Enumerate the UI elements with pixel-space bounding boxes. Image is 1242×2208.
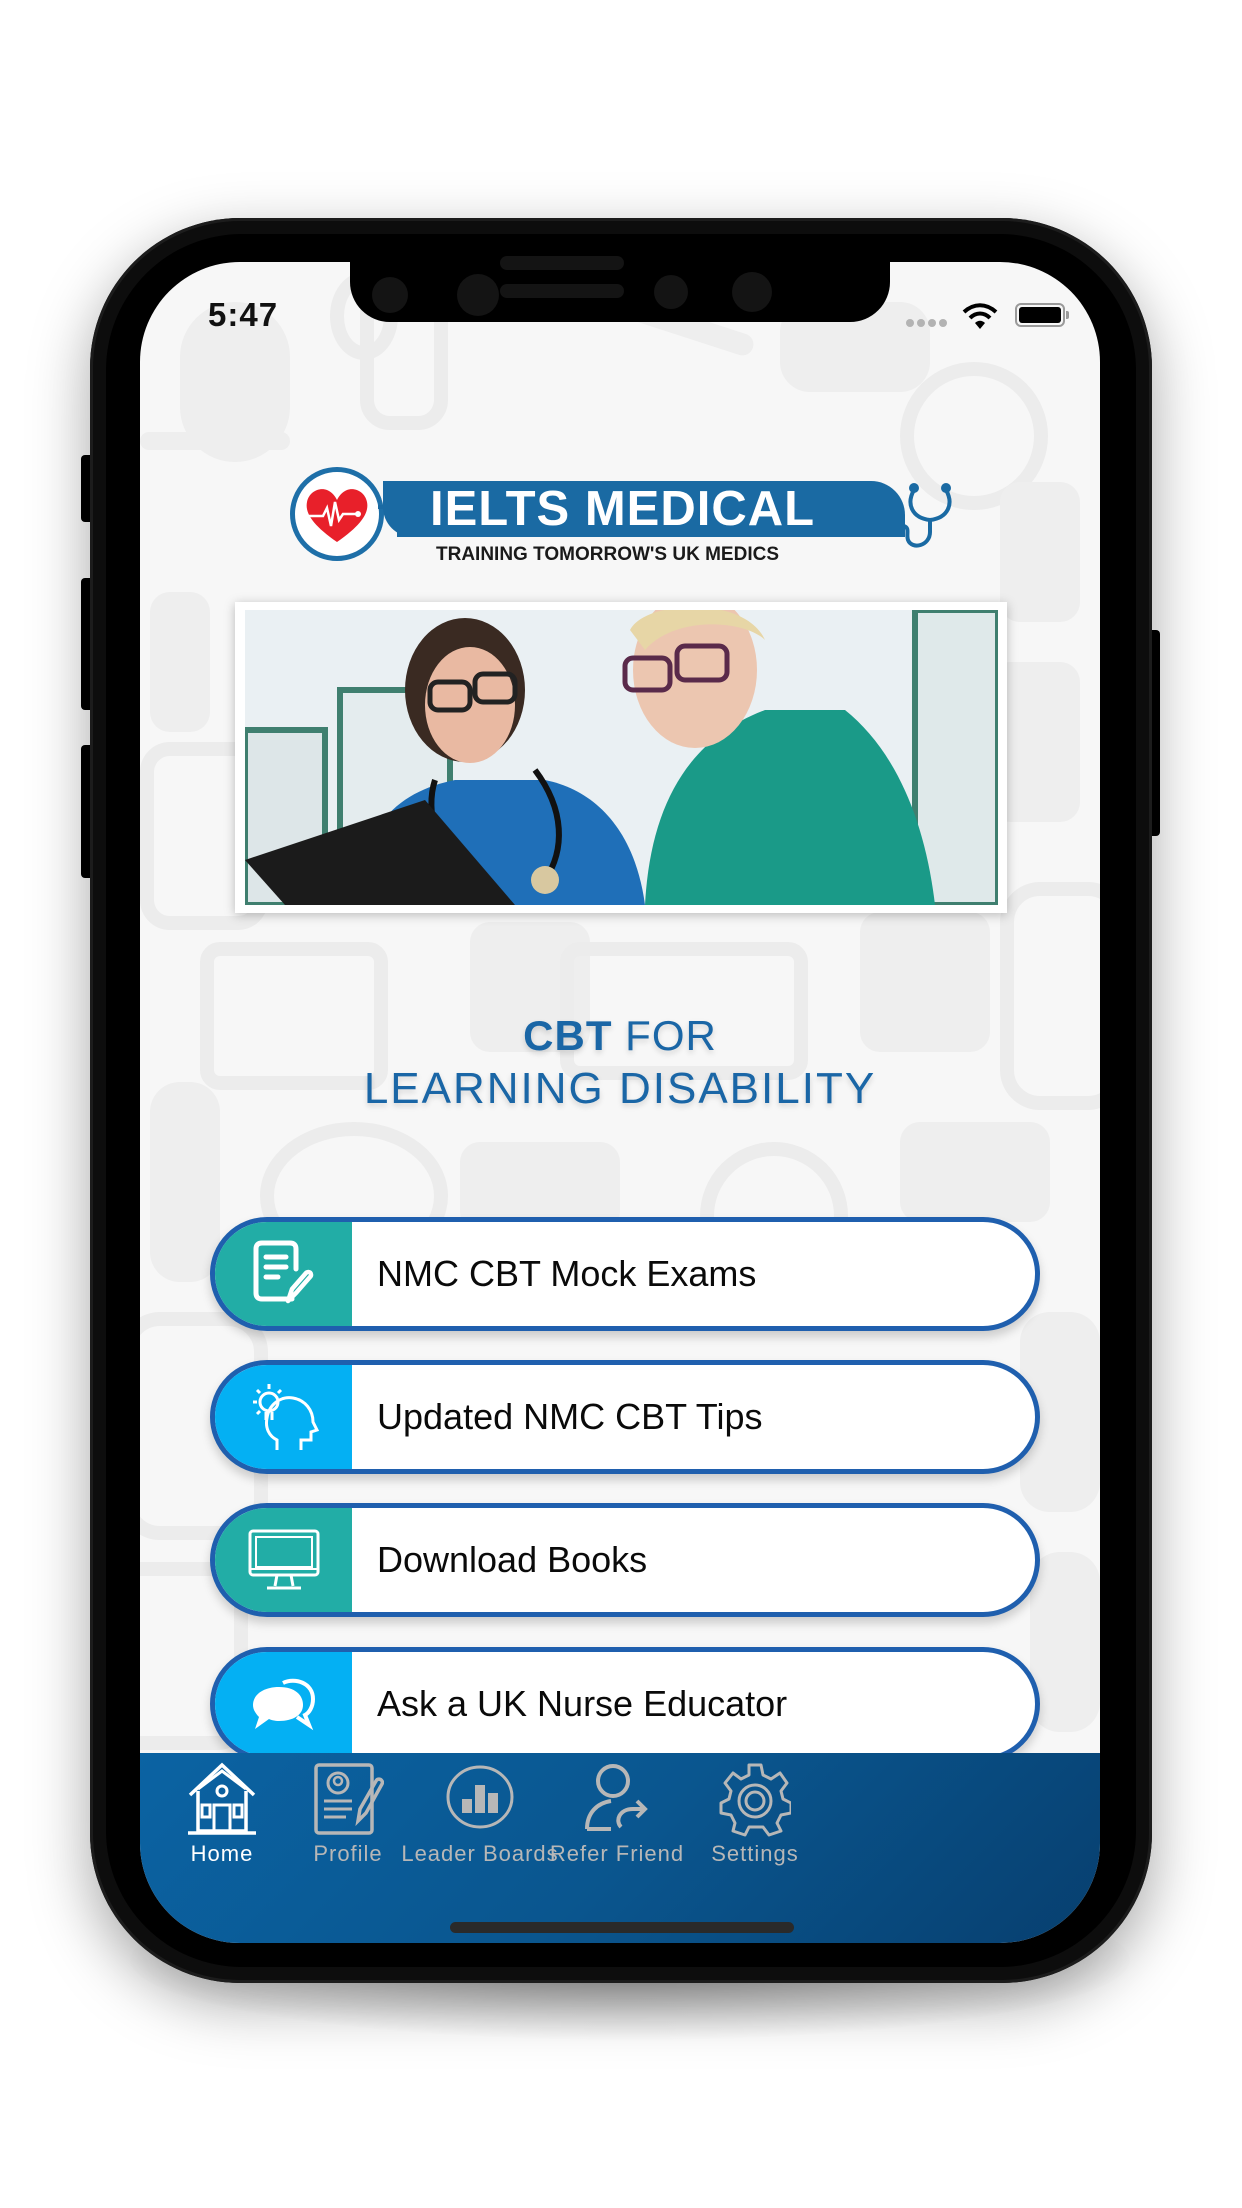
front-camera (457, 274, 499, 316)
settings-gear-icon (719, 1763, 791, 1837)
stethoscope-icon (903, 483, 952, 548)
sensor-dot (372, 277, 408, 313)
app-screen: IELTS MEDICAL TRAINING TOMORROW'S UK MED… (140, 262, 1100, 1943)
document-edit-icon (253, 1240, 313, 1304)
headline-line1: CBT FOR (140, 1012, 1100, 1060)
profile-document-icon (314, 1763, 384, 1835)
page-headline: CBT FOR LEARNING DISABILITY (140, 1012, 1100, 1114)
nurses-photo-illustration (245, 610, 998, 905)
status-time: 5:47 (208, 296, 279, 333)
battery-icon (1015, 303, 1069, 327)
leaderboard-icon (446, 1765, 514, 1829)
menu-label: NMC CBT Mock Exams (377, 1253, 757, 1294)
menu-label: Download Books (377, 1539, 648, 1580)
menu-icon-panel (215, 1365, 352, 1469)
headline-line2: LEARNING DISABILITY (363, 1064, 877, 1113)
phone-notch (350, 250, 890, 322)
logo-tagline: TRAINING TOMORROW'S UK MEDICS (436, 544, 779, 565)
proximity-sensor (654, 275, 688, 309)
refer-friend-icon (585, 1764, 648, 1831)
earpiece-speaker (500, 284, 624, 298)
menu-button-cbt-tips[interactable]: Updated NMC CBT Tips (210, 1360, 1040, 1474)
headline-bold: CBT (523, 1012, 613, 1059)
idea-head-icon (252, 1384, 319, 1450)
tab-bar: Home Profile Leader Boards Refer Friend … (140, 1753, 1100, 1943)
hero-photo (245, 610, 998, 905)
earpiece-top (500, 256, 624, 270)
home-icon (188, 1762, 256, 1835)
menu-button-download-books[interactable]: Download Books (210, 1503, 1040, 1617)
menu-label: Ask a UK Nurse Educator (377, 1683, 788, 1724)
tab-settings[interactable]: Settings (665, 1761, 845, 1871)
headline-rest: FOR (612, 1012, 717, 1059)
signal-dots-icon (906, 0, 956, 327)
menu-button-mock-exams[interactable]: NMC CBT Mock Exams (210, 1217, 1040, 1331)
logo-title: IELTS MEDICAL (430, 482, 816, 536)
heart-pulse-icon (306, 489, 368, 542)
menu-icon-panel (215, 1222, 352, 1326)
tab-label: Settings (711, 1841, 799, 1866)
home-indicator[interactable] (450, 1922, 794, 1933)
monitor-icon (248, 1529, 319, 1590)
menu-button-ask-educator[interactable]: Ask a UK Nurse Educator (210, 1647, 1040, 1761)
wifi-icon (962, 303, 998, 329)
menu-icon-panel (215, 1652, 352, 1756)
logo-circle (290, 467, 384, 561)
menu-icon-panel (215, 1508, 352, 1612)
chat-bubbles-icon (252, 1678, 315, 1731)
menu-label: Updated NMC CBT Tips (377, 1396, 763, 1437)
face-id-sensor (732, 272, 772, 312)
